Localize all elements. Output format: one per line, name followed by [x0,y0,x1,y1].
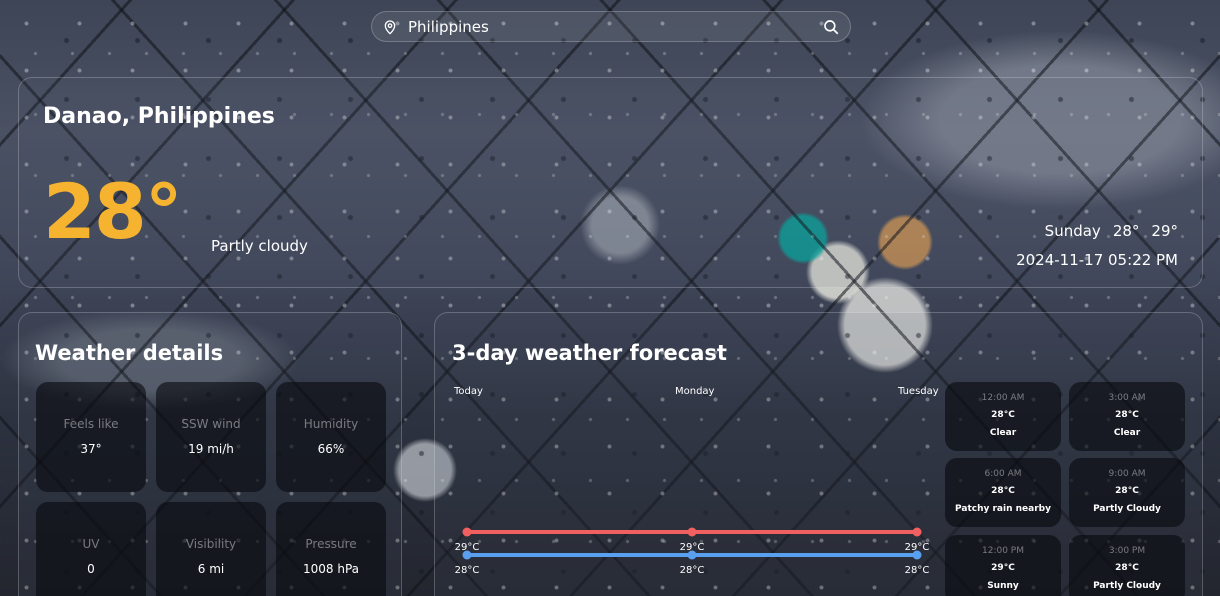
detail-label: Pressure [305,537,357,551]
detail-label: Feels like [63,417,119,431]
hourly-condition: Clear [989,428,1017,438]
current-temperature: 28° [43,167,183,256]
data-point [687,527,697,537]
hourly-time: 9:00 AM [1108,469,1146,479]
hourly-temp: 28°C [991,410,1015,420]
hourly-time: 6:00 AM [984,469,1022,479]
hourly-condition: Sunny [987,581,1019,591]
hourly-time: 3:00 PM [1108,546,1146,556]
detail-value: 6 mi [197,562,225,576]
hourly-temp: 28°C [1115,563,1139,573]
data-label: 28°C [455,565,480,576]
detail-tile-humidity: Humidity 66% [276,382,386,492]
detail-tile-visibility: Visibility 6 mi [156,502,266,596]
hourly-condition: Patchy rain nearby [955,504,1051,514]
low-temperature: 28° [1112,222,1140,240]
detail-value: 19 mi/h [188,442,234,456]
hourly-card: 3:00 PM 28°C Partly Cloudy [1069,535,1185,596]
data-point [912,550,922,560]
hourly-card: 12:00 AM 28°C Clear [945,382,1061,451]
forecast-card: 3-day weather forecast Today Monday Tues… [434,312,1203,596]
hourly-temp: 28°C [991,486,1015,496]
day-summary: Sunday 28° 29° [1045,222,1178,240]
hourly-condition: Partly Cloudy [1093,581,1161,591]
hourly-time: 12:00 AM [981,393,1025,403]
current-datetime: 2024-11-17 05:22 PM [1016,251,1178,269]
search-icon[interactable] [822,18,840,36]
detail-tile-feels-like: Feels like 37° [36,382,146,492]
high-temperature: 29° [1151,222,1178,240]
data-point [462,527,472,537]
current-condition: Partly cloudy [211,237,308,255]
hourly-card: 3:00 AM 28°C Clear [1069,382,1185,451]
search-bar[interactable] [371,11,851,42]
detail-value: 66% [317,442,345,456]
hourly-temp: 29°C [991,563,1015,573]
hourly-card: 12:00 PM 29°C Sunny [945,535,1061,596]
data-point [912,527,922,537]
detail-label: Visibility [185,537,237,551]
detail-tile-wind: SSW wind 19 mi/h [156,382,266,492]
data-point [462,550,472,560]
details-title: Weather details [35,341,224,365]
current-weather-card: Danao, Philippines 28° Partly cloudy Sun… [18,77,1203,288]
detail-value: 0 [87,562,95,576]
hourly-time: 3:00 AM [1108,393,1146,403]
day-name: Sunday [1044,222,1101,240]
location-title: Danao, Philippines [43,104,275,129]
data-label: 28°C [905,565,930,576]
forecast-line-chart: 29°C 29°C 29°C28°C 28°C 28°C [455,527,930,576]
data-label: 28°C [680,565,705,576]
weather-details-card: Weather details Feels like 37° SSW wind … [18,312,402,596]
hourly-card: 9:00 AM 28°C Partly Cloudy [1069,458,1185,527]
detail-tile-pressure: Pressure 1008 hPa [276,502,386,596]
detail-value: 1008 hPa [302,562,359,576]
detail-tile-uv: UV 0 [36,502,146,596]
detail-label: UV [82,537,100,551]
hourly-condition: Clear [1113,428,1141,438]
hourly-time: 12:00 PM [982,546,1024,556]
hourly-temp: 28°C [1115,486,1139,496]
hourly-temp: 28°C [1115,410,1139,420]
data-point [687,550,697,560]
hourly-condition: Partly Cloudy [1093,504,1161,514]
search-input[interactable] [408,17,822,36]
detail-value: 37° [80,442,102,456]
hourly-card: 6:00 AM 28°C Patchy rain nearby [945,458,1061,527]
detail-label: Humidity [303,417,359,431]
location-pin-icon [384,19,396,35]
detail-label: SSW wind [181,417,241,431]
